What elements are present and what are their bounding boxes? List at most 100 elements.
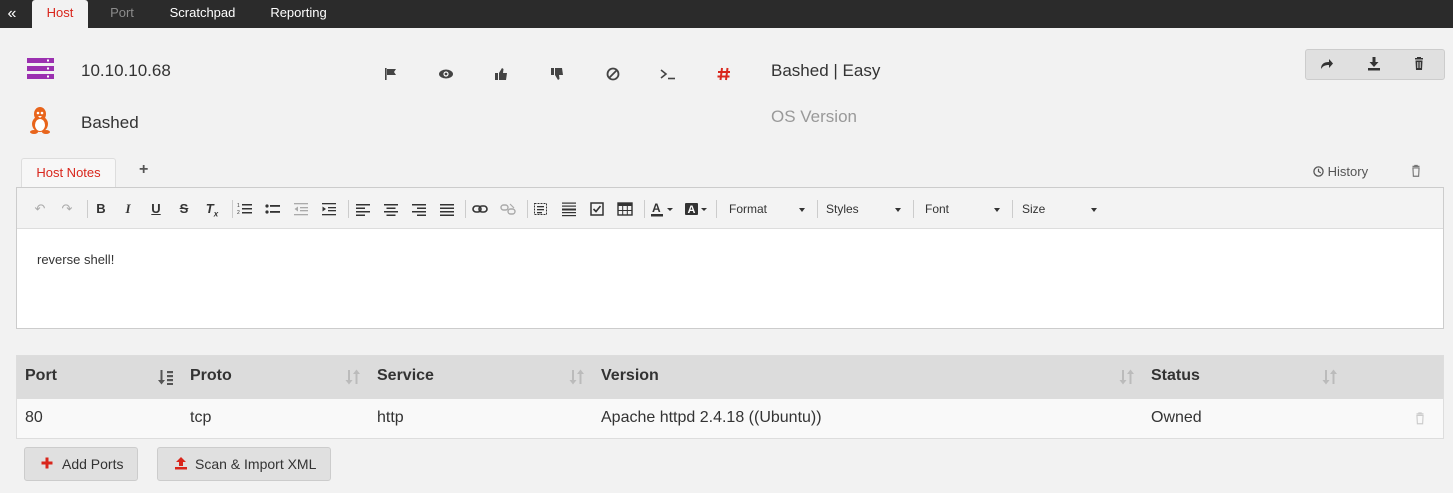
tab-host-notes[interactable]: Host Notes <box>21 158 116 188</box>
column-header-port[interactable]: Port <box>25 367 57 385</box>
sort-icon[interactable] <box>345 368 361 386</box>
align-justify-icon[interactable] <box>439 201 455 217</box>
add-ports-button[interactable]: Add Ports <box>24 447 138 481</box>
host-notes-tab-label: Host Notes <box>36 165 101 180</box>
unlink-icon[interactable] <box>500 201 516 217</box>
underline-icon[interactable]: U <box>148 201 164 217</box>
horizontal-rule-icon[interactable] <box>561 201 577 217</box>
svg-text:A: A <box>652 201 661 215</box>
tab-scratchpad[interactable]: Scratchpad <box>164 0 241 28</box>
styles-dropdown[interactable]: Styles <box>826 202 859 216</box>
delete-note-icon[interactable] <box>1409 164 1423 178</box>
strikethrough-icon[interactable]: S <box>176 201 192 217</box>
toolbar-divider <box>87 200 88 218</box>
note-content[interactable]: reverse shell! <box>37 252 114 267</box>
host-name[interactable]: Bashed <box>81 113 139 133</box>
table-row[interactable]: 80 tcp http Apache httpd 2.4.18 ((Ubuntu… <box>17 399 1443 438</box>
flag-icon[interactable] <box>383 66 399 82</box>
tab-reporting[interactable]: Reporting <box>263 0 334 28</box>
toolbar-divider <box>644 200 645 218</box>
numbered-list-icon[interactable]: 12 <box>237 201 253 217</box>
host-ip[interactable]: 10.10.10.68 <box>81 61 171 81</box>
os-version-field[interactable]: OS Version <box>771 107 857 127</box>
top-nav-bar: « Host Port Scratchpad Reporting <box>0 0 1453 28</box>
collapse-sidebar-button[interactable]: « <box>0 0 24 28</box>
chevron-down-icon <box>895 208 901 212</box>
add-note-tab-button[interactable]: + <box>139 161 148 179</box>
add-ports-label: Add Ports <box>62 456 124 472</box>
toolbar-divider <box>913 200 914 218</box>
chevron-down-icon <box>994 208 1000 212</box>
ban-icon[interactable] <box>605 66 621 82</box>
download-icon[interactable] <box>1366 56 1382 72</box>
background-color-icon[interactable]: A <box>685 201 711 217</box>
indent-icon[interactable] <box>321 201 337 217</box>
svg-text:2: 2 <box>237 210 240 216</box>
svg-text:1: 1 <box>237 203 240 209</box>
column-header-proto[interactable]: Proto <box>190 367 232 385</box>
eye-icon[interactable] <box>438 66 454 82</box>
host-actions-group <box>1305 49 1445 80</box>
column-header-status[interactable]: Status <box>1151 367 1200 385</box>
svg-text:A: A <box>688 204 696 216</box>
toolbar-divider <box>348 200 349 218</box>
format-dropdown[interactable]: Format <box>729 202 767 216</box>
toolbar-divider <box>232 200 233 218</box>
size-dropdown[interactable]: Size <box>1022 202 1045 216</box>
terminal-icon[interactable] <box>660 66 676 82</box>
column-header-version[interactable]: Version <box>601 367 659 385</box>
notes-editor: ↶ ↷ B I U S Tx 12 A A Format Styles Font… <box>16 187 1444 329</box>
plus-icon <box>41 457 53 469</box>
upload-icon <box>175 457 187 470</box>
outdent-icon[interactable] <box>293 201 309 217</box>
toolbar-divider <box>527 200 528 218</box>
chevron-down-icon <box>799 208 805 212</box>
server-icon <box>27 58 54 79</box>
bold-icon[interactable]: B <box>93 201 109 217</box>
table-icon[interactable] <box>617 201 633 217</box>
checkbox-icon[interactable] <box>589 201 605 217</box>
tab-port[interactable]: Port <box>98 0 146 28</box>
history-button[interactable]: History <box>1313 164 1368 179</box>
sort-icon[interactable] <box>1322 368 1338 386</box>
hashtag-icon[interactable] <box>716 66 732 82</box>
chevron-down-icon <box>1091 208 1097 212</box>
cell-port: 80 <box>25 409 43 426</box>
cell-service: http <box>377 409 404 426</box>
tab-host[interactable]: Host <box>32 0 88 28</box>
link-icon[interactable] <box>472 201 488 217</box>
font-dropdown[interactable]: Font <box>925 202 949 216</box>
editor-toolbar: ↶ ↷ B I U S Tx 12 A A Format Styles Font… <box>17 188 1443 229</box>
delete-row-icon[interactable] <box>1413 411 1427 426</box>
linux-icon <box>30 107 50 134</box>
toolbar-divider <box>716 200 717 218</box>
redo-icon[interactable]: ↷ <box>59 201 75 217</box>
align-left-icon[interactable] <box>355 201 371 217</box>
toolbar-divider <box>817 200 818 218</box>
scan-import-xml-button[interactable]: Scan & Import XML <box>157 447 331 481</box>
trash-icon[interactable] <box>1411 56 1427 72</box>
bullet-list-icon[interactable] <box>265 201 281 217</box>
scan-import-label: Scan & Import XML <box>195 456 317 472</box>
align-center-icon[interactable] <box>383 201 399 217</box>
cell-proto: tcp <box>190 409 212 426</box>
ports-table: Port Proto Service Version Status 80 tcp… <box>16 355 1444 439</box>
toolbar-divider <box>1012 200 1013 218</box>
column-header-service[interactable]: Service <box>377 367 434 385</box>
clear-format-icon[interactable]: Tx <box>204 201 220 219</box>
thumbs-down-icon[interactable] <box>549 66 565 82</box>
text-color-icon[interactable]: A <box>651 201 677 217</box>
sort-ascending-icon[interactable] <box>158 368 174 386</box>
align-right-icon[interactable] <box>411 201 427 217</box>
sort-icon[interactable] <box>1119 368 1135 386</box>
italic-icon[interactable]: I <box>120 201 136 217</box>
cell-version: Apache httpd 2.4.18 ((Ubuntu)) <box>601 409 822 426</box>
cell-status: Owned <box>1151 409 1202 426</box>
clock-icon <box>1313 166 1324 177</box>
undo-icon[interactable]: ↶ <box>32 201 48 217</box>
thumbs-up-icon[interactable] <box>493 66 509 82</box>
sort-icon[interactable] <box>569 368 585 386</box>
share-icon[interactable] <box>1319 56 1335 72</box>
select-all-icon[interactable] <box>533 201 549 217</box>
host-title[interactable]: Bashed | Easy <box>771 61 880 81</box>
